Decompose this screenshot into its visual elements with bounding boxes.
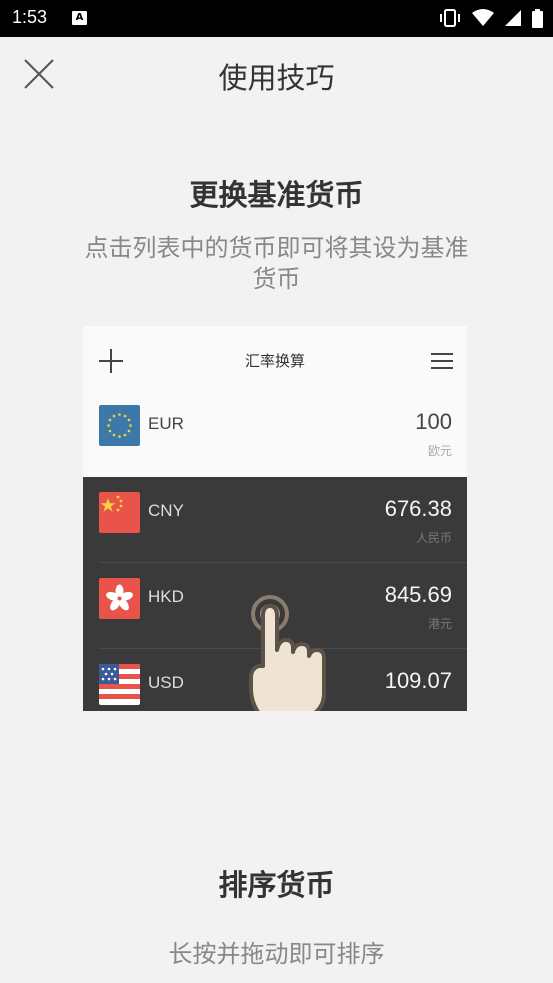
currency-amount: 109.07 bbox=[384, 668, 452, 693]
currency-code: USD bbox=[148, 673, 184, 692]
us-flag-icon bbox=[99, 664, 140, 705]
tip-title-sort: 排序货币 bbox=[218, 868, 335, 902]
battery-icon bbox=[532, 8, 543, 28]
status-icons bbox=[438, 8, 543, 28]
wifi-icon bbox=[472, 9, 494, 26]
currency-name: 欧元 bbox=[427, 444, 452, 458]
currency-code: HKD bbox=[148, 587, 184, 606]
currency-row-eur: EUR 100 欧元 bbox=[83, 390, 467, 476]
china-flag-icon bbox=[99, 492, 140, 533]
currency-code: EUR bbox=[148, 414, 184, 433]
vibrate-icon bbox=[440, 9, 460, 27]
tip-title-change-base: 更换基准货币 bbox=[189, 178, 364, 212]
signal-icon bbox=[505, 10, 521, 26]
notification-a-icon: A bbox=[72, 11, 87, 25]
hand-tap-icon bbox=[249, 595, 326, 711]
currency-row-cny: CNY 676.38 人民币 bbox=[83, 477, 467, 563]
currency-code: CNY bbox=[148, 501, 184, 520]
status-bar: 1:53 A bbox=[0, 0, 553, 37]
status-time: 1:53 bbox=[12, 7, 48, 27]
menu-icon bbox=[431, 353, 453, 369]
tip-description-line1: 点击列表中的货币即可将其设为基准 bbox=[84, 234, 469, 262]
tip-description-line2: 货币 bbox=[252, 265, 301, 293]
currency-amount: 845.69 bbox=[384, 582, 452, 607]
header: 使用技巧 bbox=[0, 37, 553, 113]
tip-description-change-base: 点击列表中的货币即可将其设为基准 货币 bbox=[60, 233, 493, 295]
tip-description-sort: 长按并拖动即可排序 bbox=[168, 940, 385, 968]
page-title: 使用技巧 bbox=[218, 61, 335, 95]
demo-illustration: 汇率换算 EUR 100 欧元 CNY 676.38 人民币 HKD 845.6… bbox=[83, 326, 467, 711]
eu-flag-icon bbox=[99, 405, 140, 446]
currency-amount: 676.38 bbox=[384, 496, 452, 521]
demo-app-title: 汇率换算 bbox=[244, 352, 305, 370]
currency-name: 港元 bbox=[427, 617, 452, 631]
currency-name: 人民币 bbox=[415, 531, 452, 545]
hong-kong-flag-icon bbox=[99, 578, 140, 619]
currency-amount: 100 bbox=[415, 409, 452, 434]
demo-top-panel: 汇率换算 EUR 100 欧元 bbox=[83, 326, 467, 477]
